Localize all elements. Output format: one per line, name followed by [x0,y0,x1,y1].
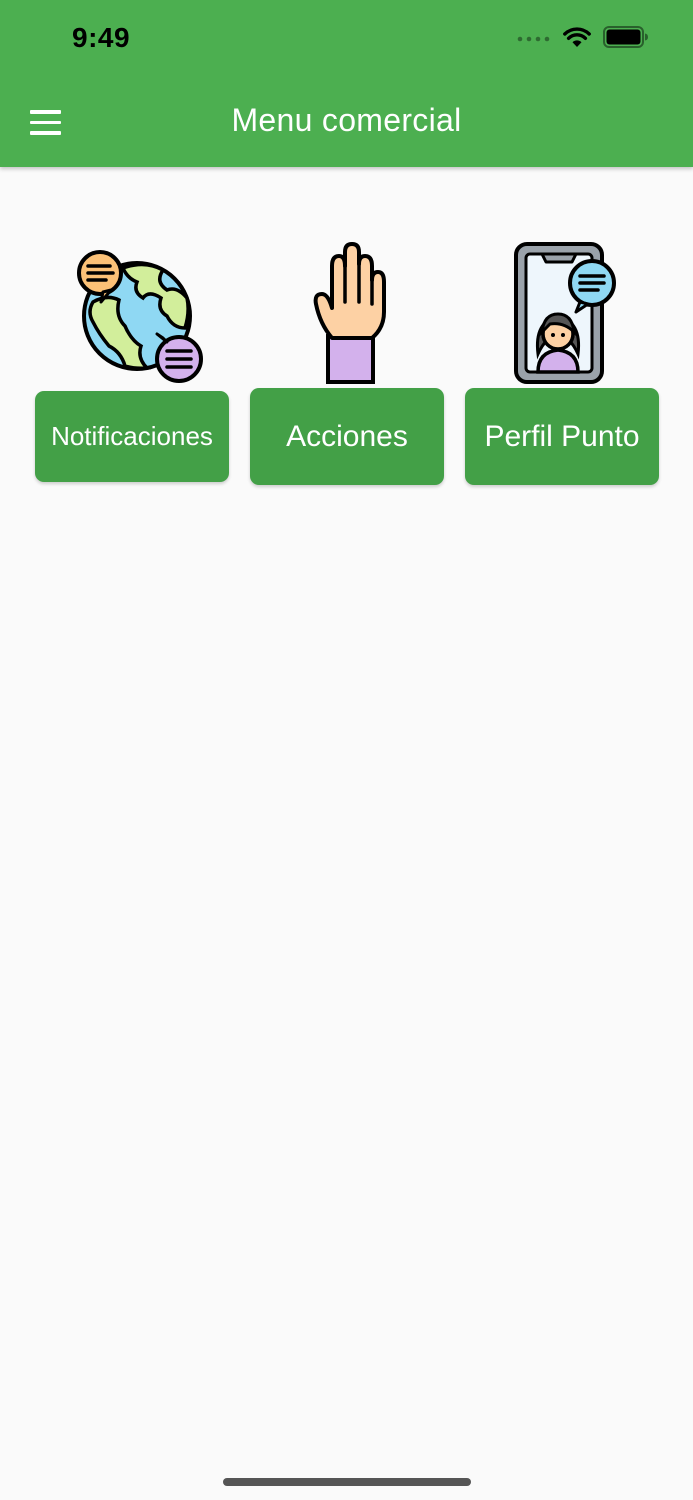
menu-card-notificaciones: Notificaciones [35,238,231,482]
menu-card-perfil-punto: Perfil Punto [465,238,661,485]
app-bar: 9:49 Menu comercial [0,0,693,167]
wifi-icon [563,27,591,47]
perfil-punto-button[interactable]: Perfil Punto [465,388,659,485]
status-icons [517,26,649,48]
page-title: Menu comercial [231,102,462,138]
globe-chat-icon [77,250,203,383]
notificaciones-button[interactable]: Notificaciones [35,391,229,482]
acciones-button[interactable]: Acciones [250,388,444,485]
cellular-signal-icon [517,36,550,42]
menu-card-acciones: Acciones [250,238,446,485]
phone-profile-icon [514,242,616,384]
battery-icon [603,26,648,48]
home-indicator[interactable] [223,1478,471,1486]
raised-hand-icon [313,242,386,384]
status-time: 9:49 [72,22,131,53]
